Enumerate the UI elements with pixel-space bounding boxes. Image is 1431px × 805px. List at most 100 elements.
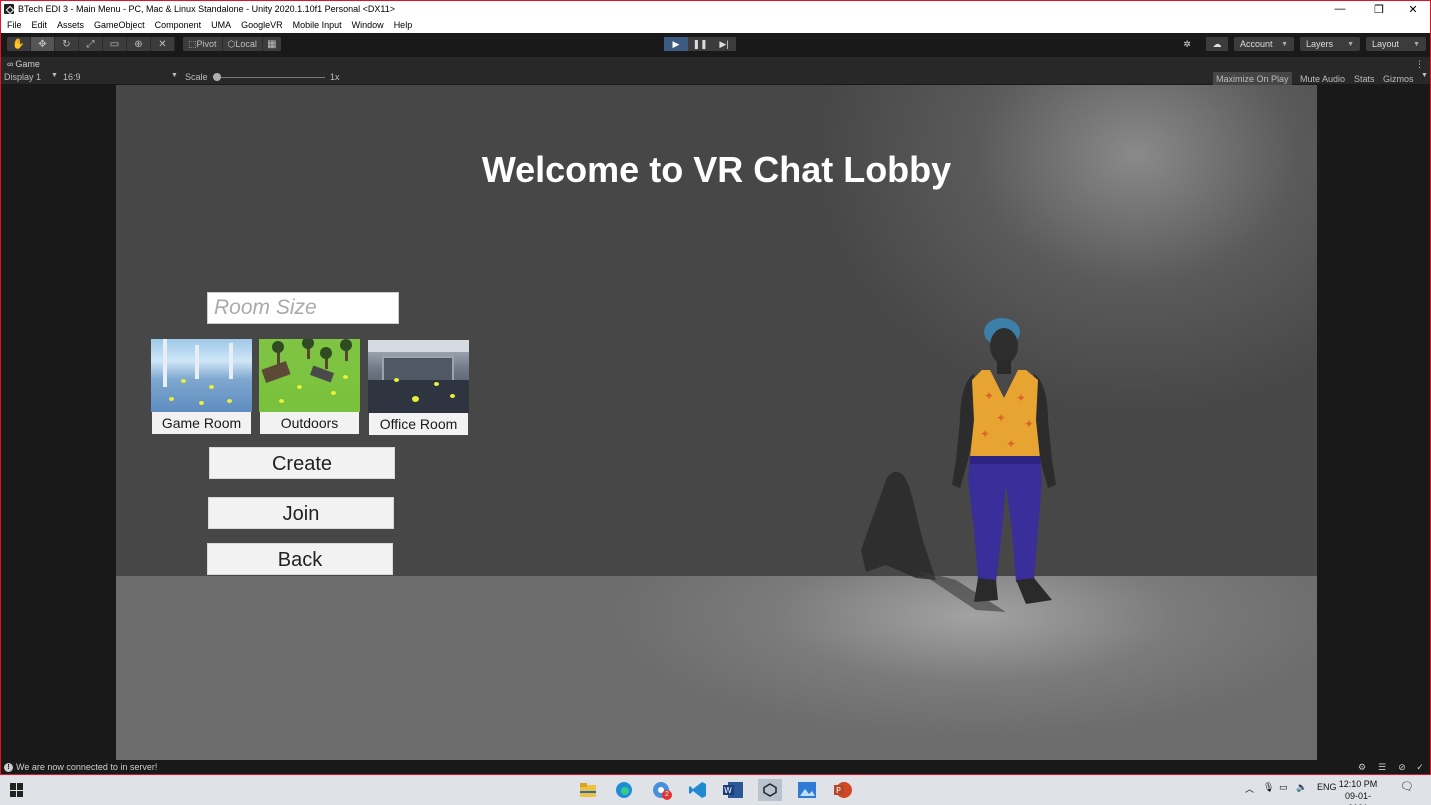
window-title: BTech EDI 3 - Main Menu - PC, Mac & Linu… (18, 4, 396, 14)
menu-googlevr[interactable]: GoogleVR (241, 20, 283, 30)
room-label: Game Room (152, 412, 251, 434)
microphone-icon[interactable]: 🎙 (1263, 782, 1274, 793)
layers-label: Layers (1306, 39, 1334, 49)
svg-text:✦: ✦ (1006, 437, 1016, 451)
check-icon[interactable]: ✓ (1415, 762, 1425, 772)
local-label: Local (235, 39, 257, 49)
collab-status-icon[interactable]: ⊘ (1397, 762, 1407, 772)
title-bar: BTech EDI 3 - Main Menu - PC, Mac & Linu… (1, 1, 1430, 17)
back-button[interactable]: Back (207, 543, 393, 575)
unity-logo-icon (4, 4, 14, 14)
menu-window[interactable]: Window (352, 20, 384, 30)
play-button[interactable]: ▶ (664, 37, 688, 51)
svg-text:✦: ✦ (996, 411, 1006, 425)
menu-assets[interactable]: Assets (57, 20, 84, 30)
custom-tool-icon[interactable]: ✕ (151, 37, 175, 51)
menu-edit[interactable]: Edit (32, 20, 48, 30)
hand-tool-icon[interactable]: ✋ (7, 37, 31, 51)
info-icon: ! (4, 762, 13, 772)
chevron-down-icon: ▼ (171, 72, 178, 79)
windows-taskbar: 2 W P ︿ 🎙 ▭ 🔈 ENG 12:10 PM 09-01-2021 🗨 (0, 775, 1431, 805)
room-option-office-room[interactable]: Office Room (368, 340, 469, 436)
display-dropdown[interactable]: Display 1 (4, 72, 41, 82)
transform-tool-icon[interactable]: ⊕ (127, 37, 151, 51)
vscode-icon[interactable] (686, 779, 710, 801)
word-icon[interactable]: W (721, 779, 745, 801)
file-explorer-icon[interactable] (576, 779, 600, 801)
snap-icon[interactable]: ▦ (263, 37, 281, 51)
account-dropdown[interactable]: Account ▼ (1234, 37, 1294, 51)
game-room-thumbnail (151, 339, 252, 412)
scale-slider-track[interactable] (213, 77, 325, 78)
menu-help[interactable]: Help (394, 20, 413, 30)
step-button[interactable]: ▶| (712, 37, 736, 51)
pivot-label: Pivot (196, 39, 217, 49)
language-indicator[interactable]: ENG (1317, 782, 1337, 792)
scale-tool-icon[interactable]: ⤢ (79, 37, 103, 51)
more-menu-icon[interactable]: ⋮ (1415, 59, 1424, 70)
clock-time: 12:10 PM (1338, 779, 1378, 789)
maximize-on-play-toggle[interactable]: Maximize On Play (1213, 72, 1292, 85)
pause-button[interactable]: ❚❚ (688, 37, 712, 51)
game-viewport: Welcome to VR Chat Lobby Room Size Game … (116, 85, 1317, 760)
pivot-toggle[interactable]: ⬚ Pivot (183, 37, 223, 51)
chevron-down-icon: ▼ (1347, 40, 1354, 48)
room-option-game-room[interactable]: Game Room (151, 339, 252, 435)
collab-icon[interactable]: ✲ (1176, 37, 1198, 51)
windows-start-icon[interactable] (10, 783, 24, 797)
notifications-icon[interactable]: 🗨 (1400, 780, 1414, 793)
menu-file[interactable]: File (7, 20, 22, 30)
cache-icon[interactable]: ☰ (1377, 762, 1387, 772)
room-size-input[interactable]: Room Size (207, 292, 399, 324)
outdoors-thumbnail (259, 339, 360, 412)
gizmos-toggle[interactable]: Gizmos (1380, 72, 1417, 85)
menu-uma[interactable]: UMA (211, 20, 231, 30)
powerpoint-icon[interactable]: P (831, 779, 855, 801)
stats-toggle[interactable]: Stats (1351, 72, 1378, 85)
office-room-thumbnail (368, 340, 469, 413)
clock-date: 09-01-2021 (1344, 791, 1371, 805)
room-label: Office Room (369, 413, 468, 435)
local-toggle[interactable]: ⬡ Local (223, 37, 263, 51)
layout-dropdown[interactable]: Layout ▼ (1366, 37, 1426, 51)
close-button[interactable]: ✕ (1396, 1, 1430, 17)
rect-tool-icon[interactable]: ▭ (103, 37, 127, 51)
mute-audio-toggle[interactable]: Mute Audio (1297, 72, 1348, 85)
move-tool-icon[interactable]: ✥ (31, 37, 55, 51)
layers-dropdown[interactable]: Layers ▼ (1300, 37, 1360, 51)
menu-gameobject[interactable]: GameObject (94, 20, 145, 30)
unity-icon[interactable] (758, 779, 782, 801)
svg-text:P: P (836, 786, 841, 795)
photos-icon[interactable] (795, 779, 819, 801)
tray-overflow-icon[interactable]: ︿ (1245, 782, 1254, 795)
scale-slider-handle[interactable] (213, 73, 221, 81)
main-toolbar: ✋ ✥ ↻ ⤢ ▭ ⊕ ✕ ⬚ Pivot ⬡ Local ▦ ▶ ❚❚ ▶| ✲ … (1, 33, 1430, 55)
scale-label: Scale (185, 72, 208, 82)
restore-button[interactable]: ❐ (1362, 1, 1396, 17)
game-tab[interactable]: ∞ Game ⋮ (1, 57, 1430, 71)
volume-icon[interactable]: 🔈 (1296, 782, 1307, 793)
game-view-toolbar: Display 1 ▼ 16:9 ▼ Scale 1x Maximize On … (1, 71, 1430, 85)
menu-mobile-input[interactable]: Mobile Input (293, 20, 342, 30)
layout-label: Layout (1372, 39, 1400, 49)
status-message[interactable]: We are now connected to in server! (16, 762, 157, 772)
join-button[interactable]: Join (208, 497, 394, 529)
chevron-down-icon: ▼ (1413, 40, 1420, 48)
chrome-icon[interactable]: 2 (649, 779, 673, 801)
scale-value: 1x (330, 72, 340, 82)
debug-icon[interactable]: ⚙ (1357, 762, 1367, 772)
create-button[interactable]: Create (209, 447, 395, 479)
transform-tools: ✋ ✥ ↻ ⤢ ▭ ⊕ ✕ (7, 37, 175, 51)
minimize-button[interactable]: — (1323, 1, 1357, 17)
aspect-dropdown[interactable]: 16:9 (63, 72, 81, 82)
edge-icon[interactable] (612, 779, 636, 801)
room-option-outdoors[interactable]: Outdoors (259, 339, 360, 435)
svg-text:W: W (724, 786, 732, 795)
network-icon[interactable]: ▭ (1279, 782, 1288, 793)
notification-badge: 2 (662, 790, 672, 800)
rotate-tool-icon[interactable]: ↻ (55, 37, 79, 51)
menu-component[interactable]: Component (155, 20, 202, 30)
chevron-down-icon: ▼ (1421, 72, 1428, 79)
cloud-icon[interactable]: ☁ (1206, 37, 1228, 51)
taskbar-clock[interactable]: 12:10 PM 09-01-2021 (1336, 778, 1380, 805)
